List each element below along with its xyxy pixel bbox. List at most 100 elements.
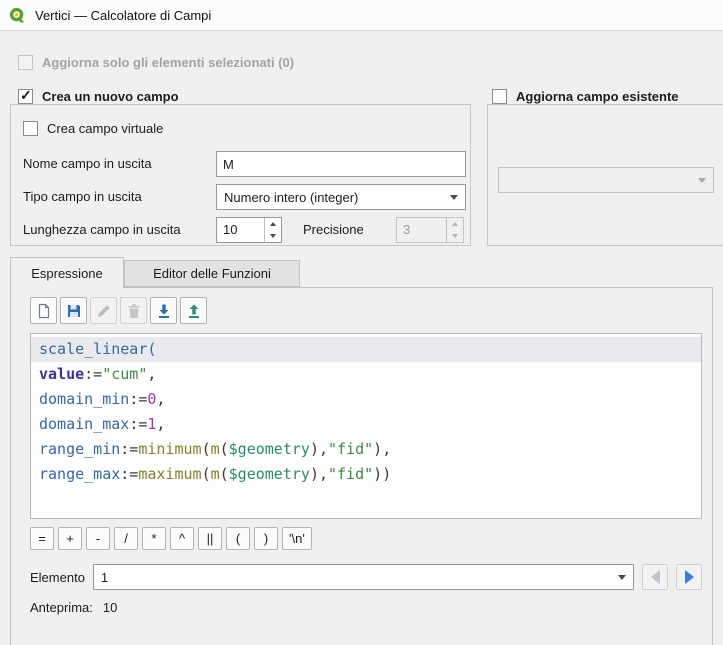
code-token: , — [319, 465, 328, 483]
operator-button[interactable]: = — [30, 527, 54, 550]
expression-line: value:="cum", — [31, 362, 701, 387]
window-title: Vertici — Calcolatore di Campi — [35, 8, 211, 23]
output-type-combobox[interactable]: Numero intero (integer) — [216, 184, 466, 210]
existing-field-group — [487, 104, 723, 246]
operator-button[interactable]: '\n' — [282, 527, 312, 550]
code-token: m — [211, 465, 220, 483]
operator-buttons: =+-/*^||()'\n' — [30, 527, 312, 550]
tab-editor-delle-funzioni[interactable]: Editor delle Funzioni — [124, 260, 300, 287]
checkbox-update-selected-only: Aggiorna solo gli elementi selezionati (… — [18, 53, 294, 71]
feature-combobox[interactable]: 1 — [93, 564, 634, 590]
checkbox-label: Crea campo virtuale — [47, 121, 163, 136]
code-token: , — [382, 440, 391, 458]
expression-tab-panel: scale_linear(value:="cum",domain_min:=0,… — [10, 287, 713, 645]
expression-code: scale_linear(value:="cum",domain_min:=0,… — [31, 334, 701, 487]
checkbox-label: Aggiorna campo esistente — [516, 89, 679, 104]
checkbox-create-virtual-field[interactable]: Crea campo virtuale — [23, 119, 163, 137]
import-expression-button[interactable] — [150, 297, 177, 324]
output-length-label: Lunghezza campo in uscita — [23, 217, 181, 243]
operator-button[interactable]: + — [58, 527, 82, 550]
operator-button[interactable]: || — [198, 527, 222, 550]
spin-down-icon — [447, 230, 463, 242]
next-feature-button[interactable] — [676, 564, 702, 590]
code-token: domain_min — [39, 390, 129, 408]
previous-feature-button — [642, 564, 668, 590]
expression-line: domain_min:=0, — [31, 387, 701, 412]
checkbox-box — [23, 121, 38, 136]
checkbox-box — [492, 89, 507, 104]
expression-editor[interactable]: scale_linear(value:="cum",domain_min:=0,… — [30, 333, 702, 519]
edit-expression-button — [90, 297, 117, 324]
previous-feature-icon — [651, 570, 660, 584]
checkbox-update-existing-field[interactable]: Aggiorna campo esistente — [492, 87, 679, 105]
expression-line: range_min:=minimum(m($geometry),"fid"), — [31, 437, 701, 462]
next-feature-icon — [685, 570, 694, 584]
save-expression-icon — [66, 303, 82, 319]
spin-down-icon[interactable] — [265, 230, 281, 242]
operator-button[interactable]: - — [86, 527, 110, 550]
tab-label: Editor delle Funzioni — [153, 266, 271, 281]
import-expression-icon — [156, 303, 172, 319]
operator-button[interactable]: * — [142, 527, 166, 550]
checkbox-checked-box — [18, 89, 33, 104]
chevron-down-icon — [450, 195, 458, 200]
preview-label: Anteprima: — [30, 600, 93, 615]
code-token: := — [129, 390, 147, 408]
code-token: $geometry — [229, 440, 310, 458]
save-expression-button[interactable] — [60, 297, 87, 324]
code-token: $geometry — [229, 465, 310, 483]
code-token: value — [39, 365, 84, 383]
code-token: ( — [220, 440, 229, 458]
code-token: ( — [202, 465, 211, 483]
field-calculator-dialog: Vertici — Calcolatore di Campi Aggiorna … — [0, 0, 723, 645]
precision-spinbox: 3 — [396, 217, 464, 243]
preview-value: 10 — [103, 600, 117, 615]
spinbox-value: 3 — [397, 218, 446, 242]
edit-expression-icon — [96, 303, 112, 319]
code-token: := — [120, 440, 138, 458]
new-expression-button[interactable] — [30, 297, 57, 324]
checkbox-box — [18, 55, 33, 70]
code-token: "fid" — [328, 440, 373, 458]
chevron-down-icon — [618, 575, 626, 580]
feature-label: Elemento — [30, 570, 85, 585]
code-token: maximum — [138, 465, 201, 483]
code-token: m — [211, 440, 220, 458]
spin-buttons — [264, 218, 281, 242]
titlebar: Vertici — Calcolatore di Campi — [0, 0, 723, 31]
export-expression-icon — [186, 303, 202, 319]
code-token: scale_linear( — [39, 340, 156, 358]
chevron-down-icon — [698, 178, 706, 183]
new-expression-icon — [36, 303, 52, 319]
code-token: "cum" — [102, 365, 147, 383]
code-token: , — [156, 390, 165, 408]
export-expression-button[interactable] — [180, 297, 207, 324]
code-token: ) — [373, 440, 382, 458]
tab-label: Espressione — [31, 266, 103, 281]
code-token: ) — [382, 465, 391, 483]
code-token: ( — [220, 465, 229, 483]
output-name-input[interactable] — [216, 151, 466, 177]
spin-up-icon[interactable] — [265, 218, 281, 230]
spin-buttons — [446, 218, 463, 242]
expression-toolbar — [30, 297, 207, 324]
operator-button[interactable]: ) — [254, 527, 278, 550]
code-token: , — [147, 365, 156, 383]
code-token: := — [84, 365, 102, 383]
code-token: ) — [310, 465, 319, 483]
tab-espressione[interactable]: Espressione — [10, 257, 124, 288]
operator-button[interactable]: / — [114, 527, 138, 550]
precision-label: Precisione — [303, 217, 364, 243]
code-token: domain_max — [39, 415, 129, 433]
code-token: := — [129, 415, 147, 433]
checkbox-create-new-field[interactable]: Crea un nuovo campo — [18, 87, 179, 105]
output-length-spinbox[interactable]: 10 — [216, 217, 282, 243]
code-token: range_min — [39, 440, 120, 458]
delete-expression-icon — [126, 303, 142, 319]
expression-line: range_max:=maximum(m($geometry),"fid")) — [31, 462, 701, 487]
new-field-group: Crea campo virtuale Nome campo in uscita… — [10, 104, 471, 246]
operator-button[interactable]: ( — [226, 527, 250, 550]
operator-button[interactable]: ^ — [170, 527, 194, 550]
preview-row: Anteprima: 10 — [30, 600, 117, 615]
code-token: , — [319, 440, 328, 458]
